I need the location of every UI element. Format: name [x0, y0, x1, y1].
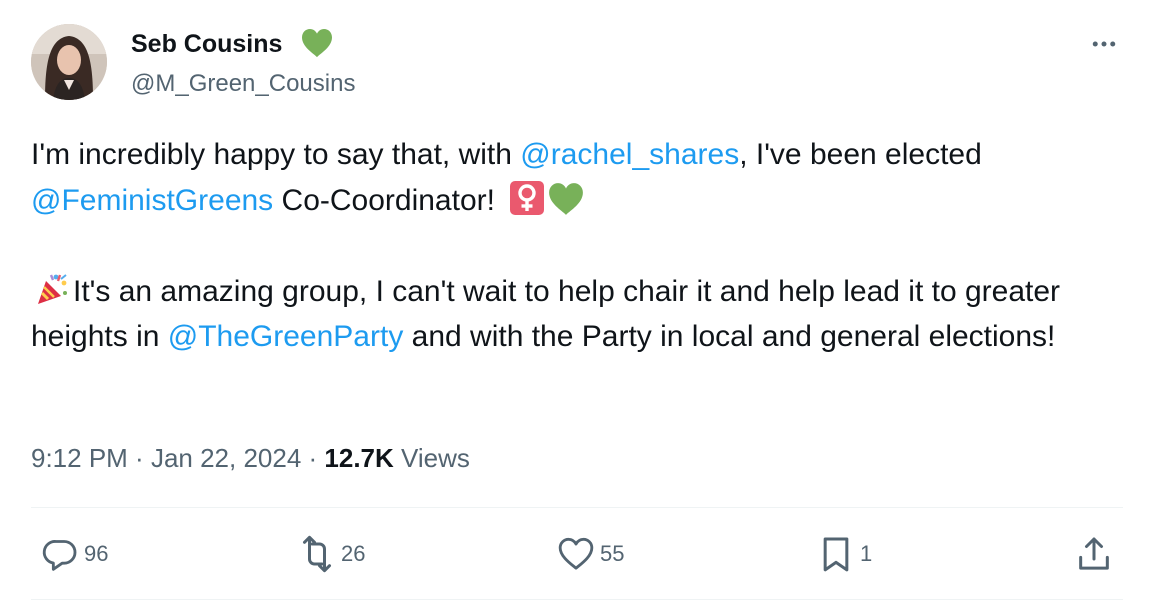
more-dots-icon	[1092, 41, 1116, 47]
author-display-name[interactable]: Seb Cousins	[131, 28, 282, 60]
author-handle[interactable]: @M_Green_Cousins	[131, 68, 355, 100]
tweet-paragraph-2: It's an amazing group, I can't wait to h…	[31, 269, 1121, 360]
tweet-meta: 9:12 PM · Jan 22, 2024 · 12.7K Views	[31, 438, 470, 478]
bookmark-icon	[823, 537, 849, 572]
tweet-text: I'm incredibly happy to say that, with @…	[31, 132, 1121, 360]
avatar-image	[31, 24, 107, 100]
tweet-text-segment: Co-Coordinator!	[273, 183, 504, 217]
tweet-date[interactable]: Jan 22, 2024	[151, 443, 301, 473]
tweet-text-segment: I'm incredibly happy to say that, with	[31, 138, 521, 171]
repost-icon	[303, 535, 331, 573]
mention-link[interactable]: @rachel_shares	[520, 138, 739, 171]
meta-separator: ·	[301, 443, 325, 473]
female-sign-icon	[510, 180, 545, 215]
tweet-text-segment: , I've been elected	[739, 138, 982, 171]
author-avatar[interactable]	[31, 24, 107, 100]
divider	[31, 507, 1123, 508]
bookmark-button[interactable]: 1	[816, 532, 872, 576]
mention-link[interactable]: @FeministGreens	[31, 184, 273, 217]
reply-count: 96	[84, 541, 109, 566]
tweet-time[interactable]: 9:12 PM	[31, 443, 128, 473]
reply-icon	[42, 540, 77, 571]
reply-button[interactable]: 96	[40, 532, 108, 576]
repost-count: 26	[341, 541, 366, 566]
repost-button[interactable]: 26	[297, 532, 365, 576]
green-heart-icon	[302, 28, 332, 58]
heart-icon	[558, 537, 594, 570]
views-label: Views	[393, 443, 470, 473]
views-count: 12.7K	[324, 443, 394, 473]
meta-separator: ·	[127, 443, 151, 473]
tweet-paragraph-1: I'm incredibly happy to say that, with @…	[31, 132, 1121, 223]
more-options-button[interactable]	[1082, 26, 1126, 62]
tweet-text-segment: and with the Party in local and general …	[403, 320, 1056, 353]
party-popper-icon	[38, 273, 67, 304]
share-button[interactable]	[1074, 532, 1114, 576]
green-heart-icon	[549, 182, 584, 215]
mention-link[interactable]: @TheGreenParty	[168, 320, 404, 353]
share-icon	[1079, 537, 1109, 570]
like-button[interactable]: 55	[556, 532, 624, 576]
like-count: 55	[600, 541, 625, 566]
bookmark-count: 1	[860, 541, 873, 566]
